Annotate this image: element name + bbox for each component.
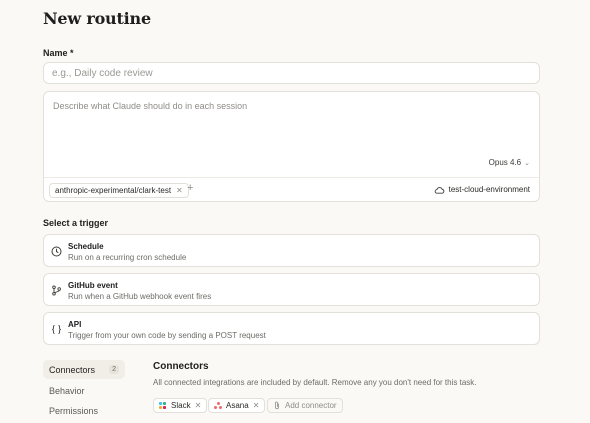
connector-chip-slack: Slack ✕ [153, 398, 208, 413]
trigger-name: GitHub event [68, 281, 118, 290]
count-badge: 2 [109, 365, 119, 374]
braces-icon [50, 323, 62, 335]
clock-icon [50, 245, 62, 257]
cloud-icon [434, 186, 444, 194]
page-title: New routine [43, 9, 151, 28]
model-label: Opus 4.6 [488, 158, 522, 167]
trigger-description: Run on a recurring cron schedule [68, 253, 187, 262]
trigger-description: Trigger from your own code by sending a … [68, 331, 266, 340]
remove-connector-icon[interactable]: ✕ [195, 401, 202, 410]
connectors-title: Connectors [153, 361, 209, 372]
remove-repo-icon[interactable]: ✕ [176, 186, 183, 195]
git-branch-icon [50, 284, 62, 296]
environment-label: test-cloud-environment [448, 185, 530, 194]
chevron-down-icon: ⌄ [524, 159, 530, 167]
trigger-description: Run when a GitHub webhook event fires [68, 292, 212, 301]
name-label: Name * [43, 48, 74, 58]
name-input[interactable] [43, 62, 540, 84]
asana-icon [214, 401, 222, 410]
add-repo-button[interactable]: + [187, 182, 193, 194]
repo-label: anthropic-experimental/clark-test [55, 186, 172, 195]
sidenav-item-label: Connectors [49, 364, 96, 375]
connectors-description: All connected integrations are included … [153, 378, 477, 387]
add-connector-label: Add connector [285, 401, 337, 410]
sidenav-item-label: Permissions [49, 405, 99, 416]
trigger-section-label: Select a trigger [43, 218, 109, 228]
slack-icon [159, 401, 167, 410]
trigger-option-api[interactable]: API Trigger from your own code by sendin… [43, 312, 540, 345]
connector-chip-asana: Asana ✕ [208, 398, 266, 413]
sidenav-item-permissions[interactable]: Permissions [43, 401, 125, 420]
connector-label: Asana [226, 401, 249, 410]
environment-selector[interactable]: test-cloud-environment [434, 185, 530, 194]
sidenav-item-connectors[interactable]: Connectors 2 [43, 360, 125, 379]
trigger-option-schedule[interactable]: Schedule Run on a recurring cron schedul… [43, 234, 540, 267]
trigger-name: API [68, 320, 82, 329]
paperclip-icon [275, 401, 279, 410]
repo-chip: anthropic-experimental/clark-test ✕ [49, 183, 189, 198]
connector-label: Slack [171, 401, 191, 410]
trigger-name: Schedule [68, 242, 104, 251]
prompt-placeholder: Describe what Claude should do in each s… [53, 101, 248, 111]
sidenav-item-label: Behavior [49, 385, 85, 396]
sidenav-item-behavior[interactable]: Behavior [43, 381, 125, 400]
prompt-footer: anthropic-experimental/clark-test ✕ + te… [44, 177, 539, 202]
model-selector[interactable]: Opus 4.6 ⌄ [489, 158, 530, 167]
add-connector-button[interactable]: Add connector [267, 398, 343, 413]
remove-connector-icon[interactable]: ✕ [253, 401, 260, 410]
trigger-option-github[interactable]: GitHub event Run when a GitHub webhook e… [43, 273, 540, 306]
prompt-editor[interactable]: Describe what Claude should do in each s… [43, 91, 540, 202]
